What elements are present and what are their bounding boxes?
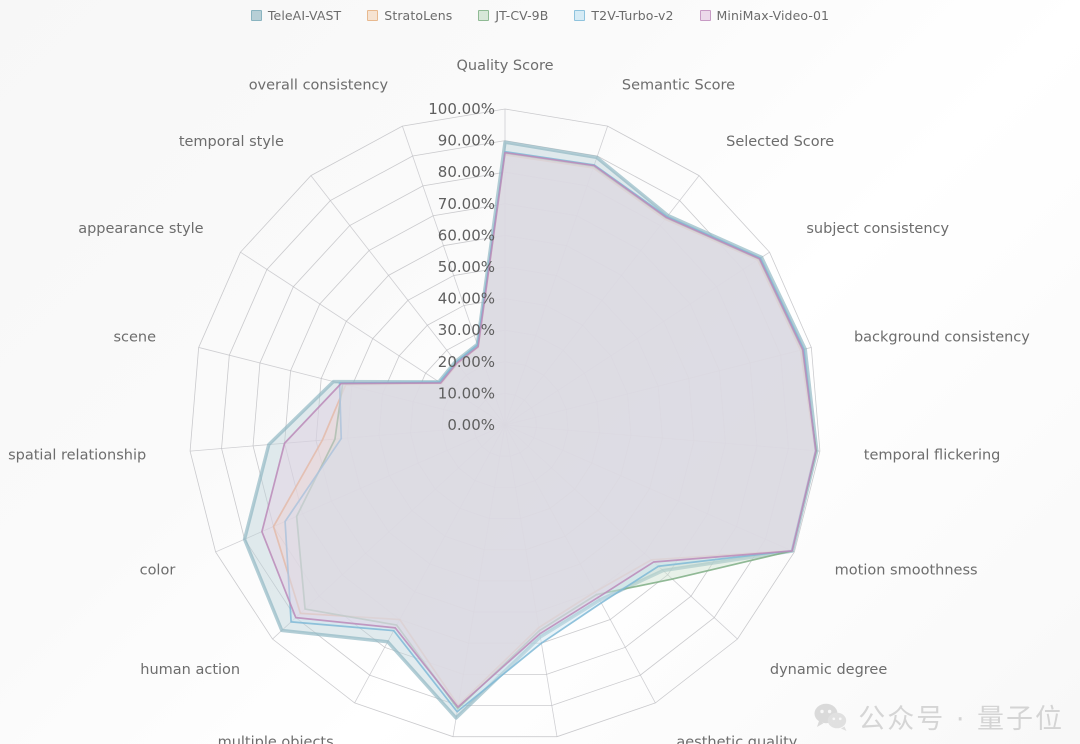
radial-tick-label: 60.00% bbox=[438, 226, 495, 244]
legend-label: StratoLens bbox=[384, 7, 453, 23]
axis-label: subject consistency bbox=[806, 221, 949, 237]
axis-label: dynamic degree bbox=[770, 662, 887, 678]
radial-tick-label: 100.00% bbox=[428, 100, 495, 118]
legend-label: TeleAI-VAST bbox=[267, 7, 342, 23]
radial-tick-label: 90.00% bbox=[438, 132, 495, 150]
axis-label: aesthetic quality bbox=[676, 735, 797, 744]
wechat-icon bbox=[814, 703, 847, 731]
axis-label: human action bbox=[140, 662, 240, 678]
radial-tick-label: 40.00% bbox=[438, 290, 495, 308]
radial-tick-label: 30.00% bbox=[438, 321, 495, 339]
legend-item[interactable]: JT-CV-9B bbox=[478, 8, 548, 23]
watermark-text: 公众号 · 量子位 bbox=[858, 704, 1064, 735]
axis-label: scene bbox=[113, 330, 156, 346]
axis-label: color bbox=[140, 563, 176, 579]
axis-label: Quality Score bbox=[456, 58, 553, 74]
legend-swatch-icon bbox=[699, 9, 711, 21]
legend-item[interactable]: T2V-Turbo-v2 bbox=[574, 8, 673, 23]
axis-label: background consistency bbox=[854, 330, 1030, 346]
legend-swatch-icon bbox=[250, 9, 262, 21]
axis-label: temporal style bbox=[179, 134, 284, 150]
radar-chart-area: 0.00% 10.00% 20.00% 30.00% 40.00% 50.00% 60.00… bbox=[0, 0, 1080, 744]
axis-label: temporal flickering bbox=[864, 448, 1001, 464]
axis-label: motion smoothness bbox=[835, 563, 978, 579]
legend-item[interactable]: TeleAI-VAST bbox=[250, 7, 342, 23]
radial-tick-label: 20.00% bbox=[438, 353, 495, 371]
radar-chart-page: TeleAI-VAST StratoLens JT-CV-9B T2V-Turbo-v… bbox=[0, 0, 1080, 744]
radial-tick-label: 50.00% bbox=[438, 258, 495, 276]
legend-label: JT-CV-9B bbox=[495, 7, 549, 23]
radial-tick-label: 80.00% bbox=[438, 163, 495, 181]
radar-series-layer bbox=[242, 140, 819, 720]
radial-tick-label: 0.00% bbox=[447, 416, 495, 434]
legend-item[interactable]: MiniMax-Video-01 bbox=[699, 7, 830, 23]
radar-chart-svg: 0.00% 10.00% 20.00% 30.00% 40.00% 50.00% 60.00… bbox=[8, 58, 1030, 744]
radar-tick-labels: 0.00% 10.00% 20.00% 30.00% 40.00% 50.00% 60.00… bbox=[428, 100, 495, 434]
legend-swatch-icon bbox=[574, 9, 586, 21]
axis-label: overall consistency bbox=[249, 78, 389, 94]
axis-label: Semantic Score bbox=[622, 78, 735, 94]
axis-label: appearance style bbox=[78, 221, 203, 237]
axis-label: multiple objects bbox=[218, 735, 334, 744]
chart-legend: TeleAI-VAST StratoLens JT-CV-9B T2V-Turbo-v… bbox=[0, 0, 1080, 30]
axis-label: spatial relationship bbox=[8, 448, 146, 464]
axis-label: Selected Score bbox=[726, 134, 834, 150]
legend-swatch-icon bbox=[478, 9, 490, 21]
legend-label: MiniMax-Video-01 bbox=[716, 7, 830, 23]
legend-item[interactable]: StratoLens bbox=[367, 8, 452, 23]
radial-tick-label: 10.00% bbox=[438, 384, 495, 402]
legend-swatch-icon bbox=[367, 9, 379, 21]
legend-label: T2V-Turbo-v2 bbox=[591, 7, 674, 23]
radial-tick-label: 70.00% bbox=[438, 195, 495, 213]
watermark: 公众号 · 量子位 bbox=[814, 697, 1064, 736]
